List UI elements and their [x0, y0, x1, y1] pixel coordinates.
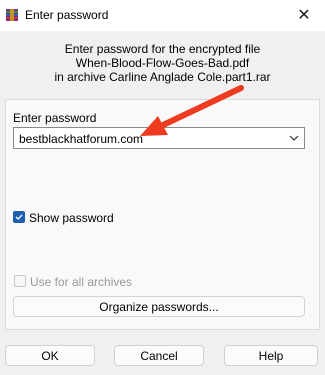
use-for-all-archives-label[interactable]: Use for all archives — [30, 275, 132, 289]
header-message: Enter password for the encrypted file Wh… — [0, 42, 325, 84]
ok-button[interactable]: OK — [5, 345, 95, 366]
chevron-down-icon[interactable] — [288, 130, 300, 146]
use-for-all-archives-checkbox[interactable] — [14, 275, 26, 287]
close-icon: ✕ — [297, 7, 311, 24]
winrar-app-icon — [6, 9, 18, 21]
show-password-label[interactable]: Show password — [29, 211, 114, 225]
password-field[interactable]: bestblackhatforum.com — [19, 132, 143, 146]
close-button[interactable]: ✕ — [293, 4, 315, 26]
title-bar: Enter password ✕ — [0, 0, 325, 31]
show-password-checkbox[interactable] — [13, 211, 25, 223]
cancel-button[interactable]: Cancel — [114, 345, 204, 366]
help-button[interactable]: Help — [224, 345, 318, 366]
header-archive-name: in archive Carline Anglade Cole.part1.ra… — [54, 70, 271, 84]
organize-passwords-button[interactable]: Organize passwords... — [13, 296, 305, 317]
password-combobox[interactable]: bestblackhatforum.com — [13, 127, 305, 149]
window-title: Enter password — [25, 8, 109, 22]
header-file-name: When-Blood-Flow-Goes-Bad.pdf — [75, 56, 250, 70]
password-label: Enter password — [13, 111, 97, 125]
header-line-1: Enter password for the encrypted file — [64, 42, 261, 56]
checkmark-icon — [15, 214, 23, 221]
